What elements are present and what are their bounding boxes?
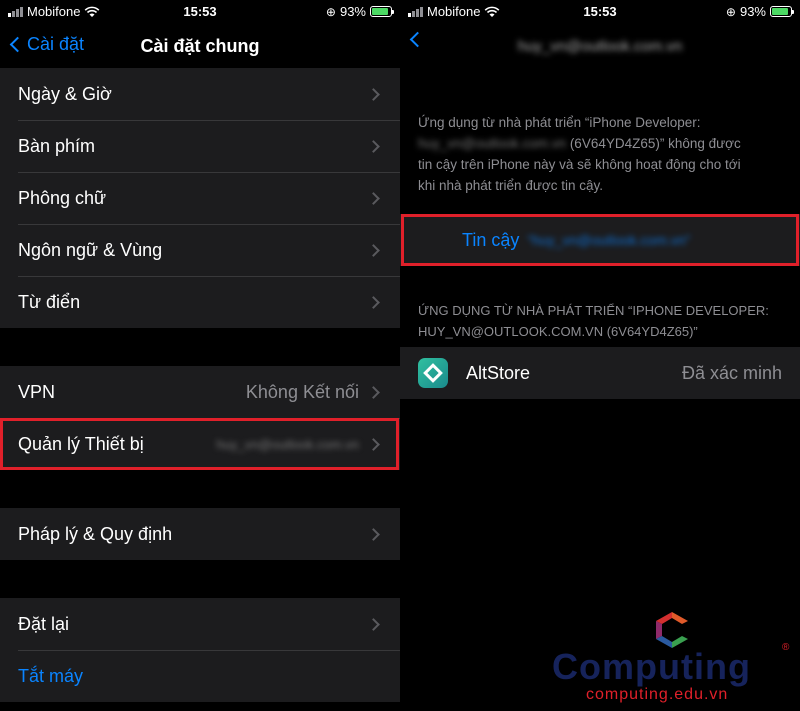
chevron-right-icon <box>367 139 380 153</box>
chevron-right-icon <box>367 191 380 205</box>
trust-explanation-text: Ứng dụng từ nhà phát triển “iPhone Devel… <box>418 115 741 193</box>
app-row-altstore: AltStore Đã xác minh <box>400 347 800 399</box>
settings-row-legal[interactable]: Pháp lý & Quy định <box>0 508 400 560</box>
developer-email-blurred: huy_vn@outlook.com.vn <box>418 136 567 151</box>
orientation-lock-icon: ⊕ <box>325 4 336 19</box>
vpn-status: Không Kết nối <box>245 381 359 402</box>
shut-down-button[interactable]: Tắt máy <box>0 650 400 702</box>
computing-logo-icon <box>656 612 688 648</box>
app-verification-status: Đã xác minh <box>681 362 782 383</box>
apps-section-header: ỨNG DỤNG TỪ NHÀ PHÁT TRIỂN “IPHONE DEVEL… <box>418 303 769 339</box>
page-title: huy_vn@outlook.com.vn <box>517 38 683 55</box>
settings-row-date-time[interactable]: Ngày & Giờ <box>0 68 400 120</box>
watermark-brand-name: Computing <box>552 646 751 687</box>
settings-row-fonts[interactable]: Phông chữ <box>0 172 400 224</box>
battery-charging-icon <box>770 6 794 17</box>
registered-mark: ® <box>782 642 790 653</box>
chevron-right-icon <box>367 295 380 309</box>
chevron-right-icon <box>367 527 380 541</box>
page-title: Cài đặt chung <box>140 36 260 56</box>
status-bar: Mobifone 15:53 ⊕ 93% <box>0 0 400 24</box>
app-name: AltStore <box>466 362 531 383</box>
battery-percent: 93% <box>739 4 766 19</box>
battery-charging-icon <box>370 6 394 17</box>
chevron-right-icon <box>367 243 380 257</box>
orientation-lock-icon: ⊕ <box>725 4 736 19</box>
navigation-bar: Cài đặt Cài đặt chung <box>0 24 400 68</box>
settings-group-4: Đặt lại Tắt máy <box>0 598 400 702</box>
settings-row-dictionary[interactable]: Từ điển <box>0 276 400 328</box>
chevron-right-icon <box>367 87 380 101</box>
settings-row-keyboard[interactable]: Bàn phím <box>0 120 400 172</box>
highlight-box-trust <box>401 214 799 266</box>
settings-group-3: Pháp lý & Quy định <box>0 508 400 560</box>
status-bar: Mobifone 15:53 ⊕ 93% <box>400 0 800 24</box>
settings-row-vpn[interactable]: VPN Không Kết nối <box>0 366 400 418</box>
battery-percent: 93% <box>339 4 366 19</box>
general-settings-screen: Mobifone 15:53 ⊕ 93% Cài đặt Cài đặt chu… <box>0 0 400 711</box>
settings-row-reset[interactable]: Đặt lại <box>0 598 400 650</box>
settings-group-1: Ngày & Giờ Bàn phím Phông chữ Ngôn ngữ &… <box>0 68 400 328</box>
navigation-bar: huy_vn@outlook.com.vn <box>400 24 800 68</box>
highlight-box-device-management <box>0 418 399 470</box>
chevron-right-icon <box>367 617 380 631</box>
settings-row-language-region[interactable]: Ngôn ngữ & Vùng <box>0 224 400 276</box>
watermark-url: computing.edu.vn <box>586 686 729 703</box>
altstore-app-icon <box>418 358 448 388</box>
developer-trust-screen: Mobifone 15:53 ⊕ 93% huy_vn@outlook.com.… <box>400 0 800 711</box>
chevron-right-icon <box>367 385 380 399</box>
